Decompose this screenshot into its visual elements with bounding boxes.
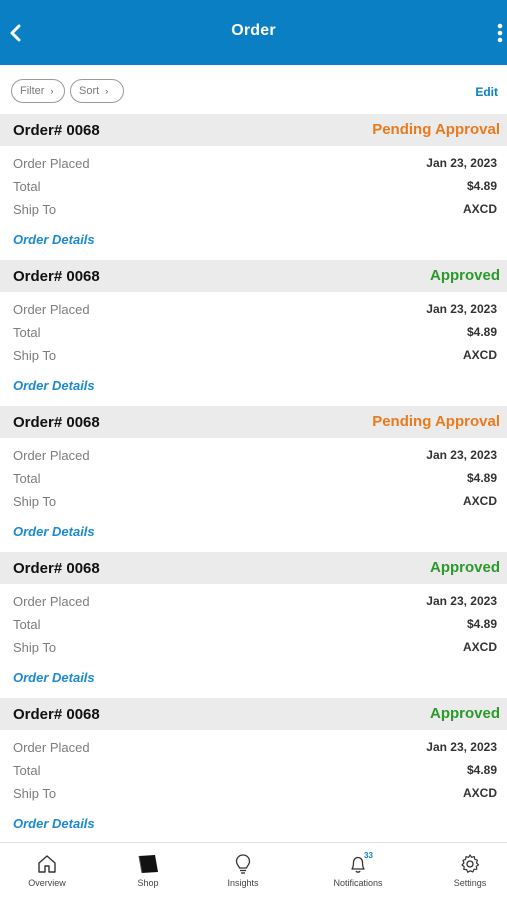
order-placed-value: Jan 23, 2023 — [426, 740, 497, 754]
list-toolbar: Filter › Sort › Edit — [0, 65, 507, 114]
ship-to-value: AXCD — [462, 202, 497, 216]
order-status-badge: Pending Approval — [372, 413, 500, 430]
order-number: Order# 0068 — [13, 560, 100, 577]
order-status-badge: Pending Approval — [372, 121, 500, 138]
order-placed-row: Order Placed Jan 23, 2023 — [13, 594, 497, 612]
ship-to-value: AXCD — [462, 640, 497, 654]
order-header: Order# 0068 Pending Approval — [0, 406, 507, 438]
order-ship-row: Ship To AXCD — [13, 348, 497, 366]
order-placed-label: Order Placed — [13, 156, 90, 171]
sort-label: Sort — [79, 85, 100, 97]
chevron-right-icon: › — [105, 86, 109, 96]
order-header: Order# 0068 Approved — [0, 260, 507, 292]
order-number: Order# 0068 — [13, 268, 100, 285]
order-header: Order# 0068 Pending Approval — [0, 114, 507, 146]
lightbulb-icon — [235, 854, 251, 874]
order-details-link[interactable]: Order Details — [13, 524, 95, 539]
page-title: Order — [231, 22, 276, 39]
order-card: Order# 0068 Pending Approval Order Place… — [0, 406, 507, 552]
order-ship-row: Ship To AXCD — [13, 494, 497, 512]
order-details-link[interactable]: Order Details — [13, 670, 95, 685]
order-details-link[interactable]: Order Details — [13, 816, 95, 831]
filter-label: Filter — [20, 85, 45, 97]
order-placed-value: Jan 23, 2023 — [426, 302, 497, 316]
order-ship-row: Ship To AXCD — [13, 640, 497, 658]
bottom-tab-bar: Overview Shop Insights 33 Notifications … — [0, 842, 507, 901]
order-card: Order# 0068 Pending Approval Order Place… — [0, 114, 507, 260]
tab-label: Shop — [137, 878, 159, 888]
edit-button[interactable]: Edit — [475, 85, 498, 99]
tab-settings[interactable]: Settings — [430, 843, 507, 901]
order-total-label: Total — [13, 325, 41, 340]
ship-to-value: AXCD — [462, 786, 497, 800]
ship-to-label: Ship To — [13, 786, 57, 801]
order-ship-row: Ship To AXCD — [13, 202, 497, 220]
ship-to-label: Ship To — [13, 202, 57, 217]
order-details-link[interactable]: Order Details — [13, 232, 95, 247]
order-card: Order# 0068 Approved Order Placed Jan 23… — [0, 698, 507, 844]
order-total-row: Total $4.89 — [13, 471, 497, 489]
order-placed-value: Jan 23, 2023 — [426, 156, 497, 170]
ship-to-value: AXCD — [462, 348, 497, 362]
tab-label: Insights — [227, 878, 259, 888]
order-total-row: Total $4.89 — [13, 763, 497, 781]
order-list: Order# 0068 Pending Approval Order Place… — [0, 114, 507, 844]
order-total-row: Total $4.89 — [13, 617, 497, 635]
order-total-row: Total $4.89 — [13, 179, 497, 197]
order-placed-label: Order Placed — [13, 594, 90, 609]
order-status-badge: Approved — [429, 559, 500, 576]
ship-to-value: AXCD — [462, 494, 497, 508]
sort-button[interactable]: Sort › — [70, 79, 124, 103]
ship-to-label: Ship To — [13, 348, 57, 363]
order-total-value: $4.89 — [466, 325, 497, 339]
order-card: Order# 0068 Approved Order Placed Jan 23… — [0, 260, 507, 406]
order-status-badge: Approved — [429, 267, 500, 284]
order-total-label: Total — [13, 471, 41, 486]
order-placed-value: Jan 23, 2023 — [426, 448, 497, 462]
tab-label: Overview — [28, 878, 66, 888]
tab-label: Settings — [453, 878, 487, 888]
chevron-right-icon: › — [50, 86, 54, 96]
order-header: Order# 0068 Approved — [0, 552, 507, 584]
tab-insights[interactable]: Insights — [203, 843, 283, 901]
order-placed-row: Order Placed Jan 23, 2023 — [13, 448, 497, 466]
tab-notifications[interactable]: 33 Notifications — [318, 843, 398, 901]
order-total-label: Total — [13, 617, 41, 632]
app-header: Order — [0, 0, 507, 65]
order-number: Order# 0068 — [13, 706, 100, 723]
order-number: Order# 0068 — [13, 122, 100, 139]
tab-label: Notifications — [333, 878, 383, 888]
gear-icon — [461, 854, 480, 873]
order-status-badge: Approved — [429, 705, 500, 722]
filter-button[interactable]: Filter › — [11, 79, 65, 103]
tab-overview[interactable]: Overview — [7, 843, 87, 901]
order-total-label: Total — [13, 763, 41, 778]
order-placed-row: Order Placed Jan 23, 2023 — [13, 302, 497, 320]
order-placed-label: Order Placed — [13, 302, 90, 317]
order-ship-row: Ship To AXCD — [13, 786, 497, 804]
order-total-label: Total — [13, 179, 41, 194]
order-placed-value: Jan 23, 2023 — [426, 594, 497, 608]
order-placed-row: Order Placed Jan 23, 2023 — [13, 740, 497, 758]
order-placed-row: Order Placed Jan 23, 2023 — [13, 156, 497, 174]
more-options-icon[interactable] — [495, 22, 505, 44]
order-card: Order# 0068 Approved Order Placed Jan 23… — [0, 552, 507, 698]
order-total-value: $4.89 — [466, 179, 497, 193]
order-total-value: $4.89 — [466, 763, 497, 777]
shop-icon — [138, 855, 158, 874]
order-number: Order# 0068 — [13, 414, 100, 431]
order-details-link[interactable]: Order Details — [13, 378, 95, 393]
order-total-value: $4.89 — [466, 617, 497, 631]
home-icon — [38, 855, 56, 873]
tab-shop[interactable]: Shop — [108, 843, 188, 901]
ship-to-label: Ship To — [13, 494, 57, 509]
order-placed-label: Order Placed — [13, 448, 90, 463]
notification-count-badge: 33 — [364, 851, 373, 860]
order-total-row: Total $4.89 — [13, 325, 497, 343]
order-placed-label: Order Placed — [13, 740, 90, 755]
order-total-value: $4.89 — [466, 471, 497, 485]
order-header: Order# 0068 Approved — [0, 698, 507, 730]
ship-to-label: Ship To — [13, 640, 57, 655]
